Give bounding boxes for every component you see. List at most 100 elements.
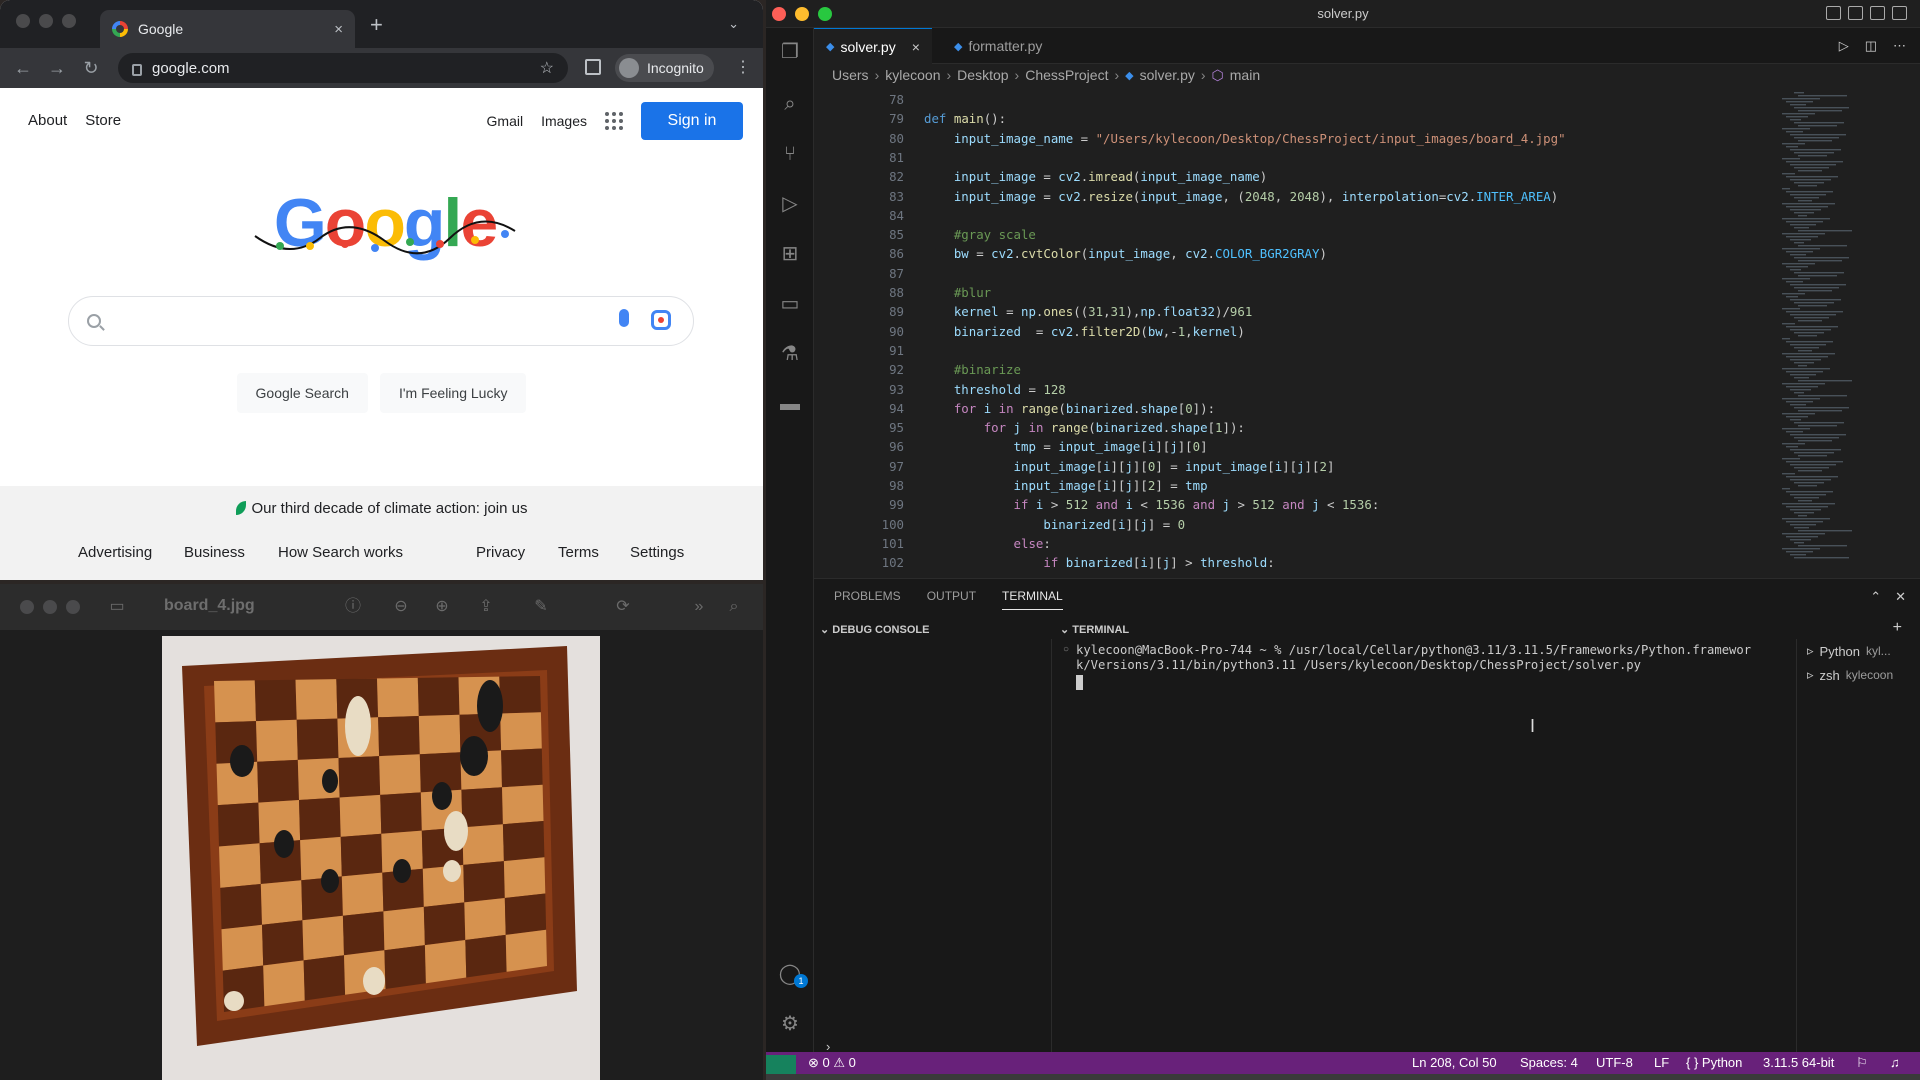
- more-actions-icon[interactable]: ⋯: [1893, 38, 1906, 54]
- notifications-bell-icon[interactable]: ♫: [1890, 1055, 1900, 1070]
- climate-banner[interactable]: Our third decade of climate action: join…: [0, 500, 763, 517]
- code-line[interactable]: 81: [814, 148, 1774, 167]
- close-panel-icon[interactable]: ✕: [1895, 589, 1906, 605]
- preview-search-icon[interactable]: ⌕: [725, 598, 743, 616]
- zoom-window-button[interactable]: [62, 14, 76, 28]
- rotate-icon[interactable]: ⟳: [614, 598, 632, 616]
- code-line[interactable]: 97 input_image[i][j][0] = input_image[i]…: [814, 457, 1774, 476]
- breadcrumb-item[interactable]: Users: [832, 67, 869, 83]
- terminal-list-item[interactable]: ▹ Python kyl...: [1797, 639, 1920, 663]
- feeling-lucky-button[interactable]: I'm Feeling Lucky: [379, 373, 527, 413]
- code-line[interactable]: 92 #binarize: [814, 360, 1774, 379]
- browser-tab[interactable]: Google ×: [100, 10, 355, 48]
- maximize-panel-icon[interactable]: ⌃: [1870, 589, 1881, 605]
- code-line[interactable]: 91: [814, 341, 1774, 360]
- code-line[interactable]: 78: [814, 90, 1774, 109]
- output-tab[interactable]: OUTPUT: [927, 589, 976, 610]
- code-line[interactable]: 85 #gray scale: [814, 225, 1774, 244]
- preview-close-button[interactable]: [20, 600, 34, 614]
- code-line[interactable]: 86 bw = cv2.cvtColor(input_image, cv2.CO…: [814, 244, 1774, 263]
- zoom-out-icon[interactable]: ⊖: [392, 598, 410, 616]
- google-apps-icon[interactable]: [605, 112, 623, 130]
- forward-arrow-icon[interactable]: →: [40, 58, 74, 79]
- debug-console-area[interactable]: [814, 639, 1052, 1053]
- back-arrow-icon[interactable]: ←: [6, 58, 40, 79]
- code-line[interactable]: 88 #blur: [814, 283, 1774, 302]
- code-line[interactable]: 98 input_image[i][j][2] = tmp: [814, 476, 1774, 495]
- images-link[interactable]: Images: [541, 113, 587, 129]
- manage-gear-icon[interactable]: ⚙: [778, 1012, 802, 1036]
- code-line[interactable]: 87: [814, 264, 1774, 283]
- source-control-icon[interactable]: ⑂: [778, 142, 802, 166]
- feedback-icon[interactable]: ⚐: [1856, 1055, 1868, 1071]
- breadcrumb-item[interactable]: ChessProject: [1025, 67, 1108, 83]
- info-icon[interactable]: ⓘ: [344, 598, 362, 616]
- minimize-window-button[interactable]: [39, 14, 53, 28]
- problems-status[interactable]: ⊗ 0 ⚠ 0: [808, 1055, 856, 1071]
- explorer-icon[interactable]: ❐: [778, 40, 802, 64]
- zoom-in-icon[interactable]: ⊕: [433, 598, 451, 616]
- customize-layout-icon[interactable]: [1892, 6, 1907, 20]
- code-line[interactable]: 96 tmp = input_image[i][j][0]: [814, 437, 1774, 456]
- settings-link[interactable]: Settings: [630, 544, 684, 561]
- code-line[interactable]: 100 binarized[i][j] = 0: [814, 515, 1774, 534]
- side-panel-icon[interactable]: [585, 59, 601, 75]
- docker-icon[interactable]: ▬: [778, 392, 802, 416]
- bookmark-star-icon[interactable]: ☆: [540, 58, 554, 78]
- google-doodle-logo[interactable]: Google: [250, 186, 520, 296]
- terms-link[interactable]: Terms: [558, 544, 599, 561]
- code-line[interactable]: 99 if i > 512 and i < 1536 and j > 512 a…: [814, 495, 1774, 514]
- code-line[interactable]: 102 if binarized[i][j] > threshold:: [814, 553, 1774, 572]
- new-terminal-icon[interactable]: +: [1893, 619, 1902, 637]
- toggle-panel-icon[interactable]: [1848, 6, 1863, 20]
- share-icon[interactable]: ⇪: [477, 598, 495, 616]
- problems-tab[interactable]: PROBLEMS: [834, 589, 901, 610]
- language-mode[interactable]: { } Python: [1686, 1055, 1742, 1070]
- gmail-link[interactable]: Gmail: [487, 113, 524, 129]
- code-line[interactable]: 84: [814, 206, 1774, 225]
- code-line[interactable]: 94 for i in range(binarized.shape[0]):: [814, 399, 1774, 418]
- incognito-badge[interactable]: Incognito: [615, 54, 714, 82]
- tab-close-icon[interactable]: ×: [912, 39, 920, 55]
- code-line[interactable]: 82 input_image = cv2.imread(input_image_…: [814, 167, 1774, 186]
- testing-icon[interactable]: ⚗: [778, 342, 802, 366]
- terminal-header[interactable]: ⌄ TERMINAL: [1060, 623, 1129, 636]
- cursor-position[interactable]: Ln 208, Col 50: [1412, 1055, 1497, 1070]
- code-line[interactable]: 101 else:: [814, 534, 1774, 553]
- markup-pen-icon[interactable]: ✎: [532, 598, 550, 616]
- advertising-link[interactable]: Advertising: [78, 544, 152, 561]
- toggle-sidebar-icon[interactable]: [1826, 6, 1841, 20]
- close-window-button[interactable]: [16, 14, 30, 28]
- google-search-button[interactable]: Google Search: [236, 373, 368, 413]
- debug-console-header[interactable]: ⌄ DEBUG CONSOLE: [820, 623, 929, 636]
- business-link[interactable]: Business: [184, 544, 245, 561]
- search-icon[interactable]: ⌕: [778, 92, 802, 116]
- preview-minimize-button[interactable]: [43, 600, 57, 614]
- privacy-link[interactable]: Privacy: [476, 544, 525, 561]
- tab-solver-py[interactable]: ◆ solver.py ×: [814, 28, 932, 64]
- new-tab-button[interactable]: +: [370, 12, 383, 38]
- address-bar[interactable]: google.com ☆: [118, 53, 568, 83]
- preview-window-controls[interactable]: [20, 600, 80, 614]
- run-python-file-icon[interactable]: ▷: [1839, 38, 1849, 54]
- python-interpreter[interactable]: 3.11.5 64-bit: [1763, 1055, 1834, 1070]
- tab-search-icon[interactable]: ⌄: [728, 16, 739, 32]
- remote-explorer-icon[interactable]: ▭: [778, 292, 802, 316]
- code-line[interactable]: 90 binarized = cv2.filter2D(bw,-1,kernel…: [814, 322, 1774, 341]
- reload-icon[interactable]: ↻: [74, 58, 108, 79]
- window-controls[interactable]: [16, 14, 76, 28]
- tab-formatter-py[interactable]: ◆ formatter.py: [942, 28, 1054, 64]
- sign-in-button[interactable]: Sign in: [641, 102, 743, 140]
- about-link[interactable]: About: [28, 112, 67, 129]
- terminal-output[interactable]: kylecoon@MacBook-Pro-744 ~ % /usr/local/…: [1076, 643, 1786, 673]
- tab-close-icon[interactable]: ×: [334, 21, 343, 38]
- code-editor[interactable]: 78 79 def main(): 80 input_image_name = "/U…: [814, 88, 1774, 578]
- split-editor-icon[interactable]: ◫: [1865, 38, 1877, 54]
- indentation-status[interactable]: Spaces: 4: [1520, 1055, 1578, 1070]
- how-search-works-link[interactable]: How Search works: [278, 544, 403, 561]
- google-lens-icon[interactable]: [651, 310, 671, 330]
- code-line[interactable]: 79 def main():: [814, 109, 1774, 128]
- preview-zoom-button[interactable]: [66, 600, 80, 614]
- google-search-box[interactable]: [68, 296, 694, 346]
- more-tools-icon[interactable]: »: [690, 598, 708, 616]
